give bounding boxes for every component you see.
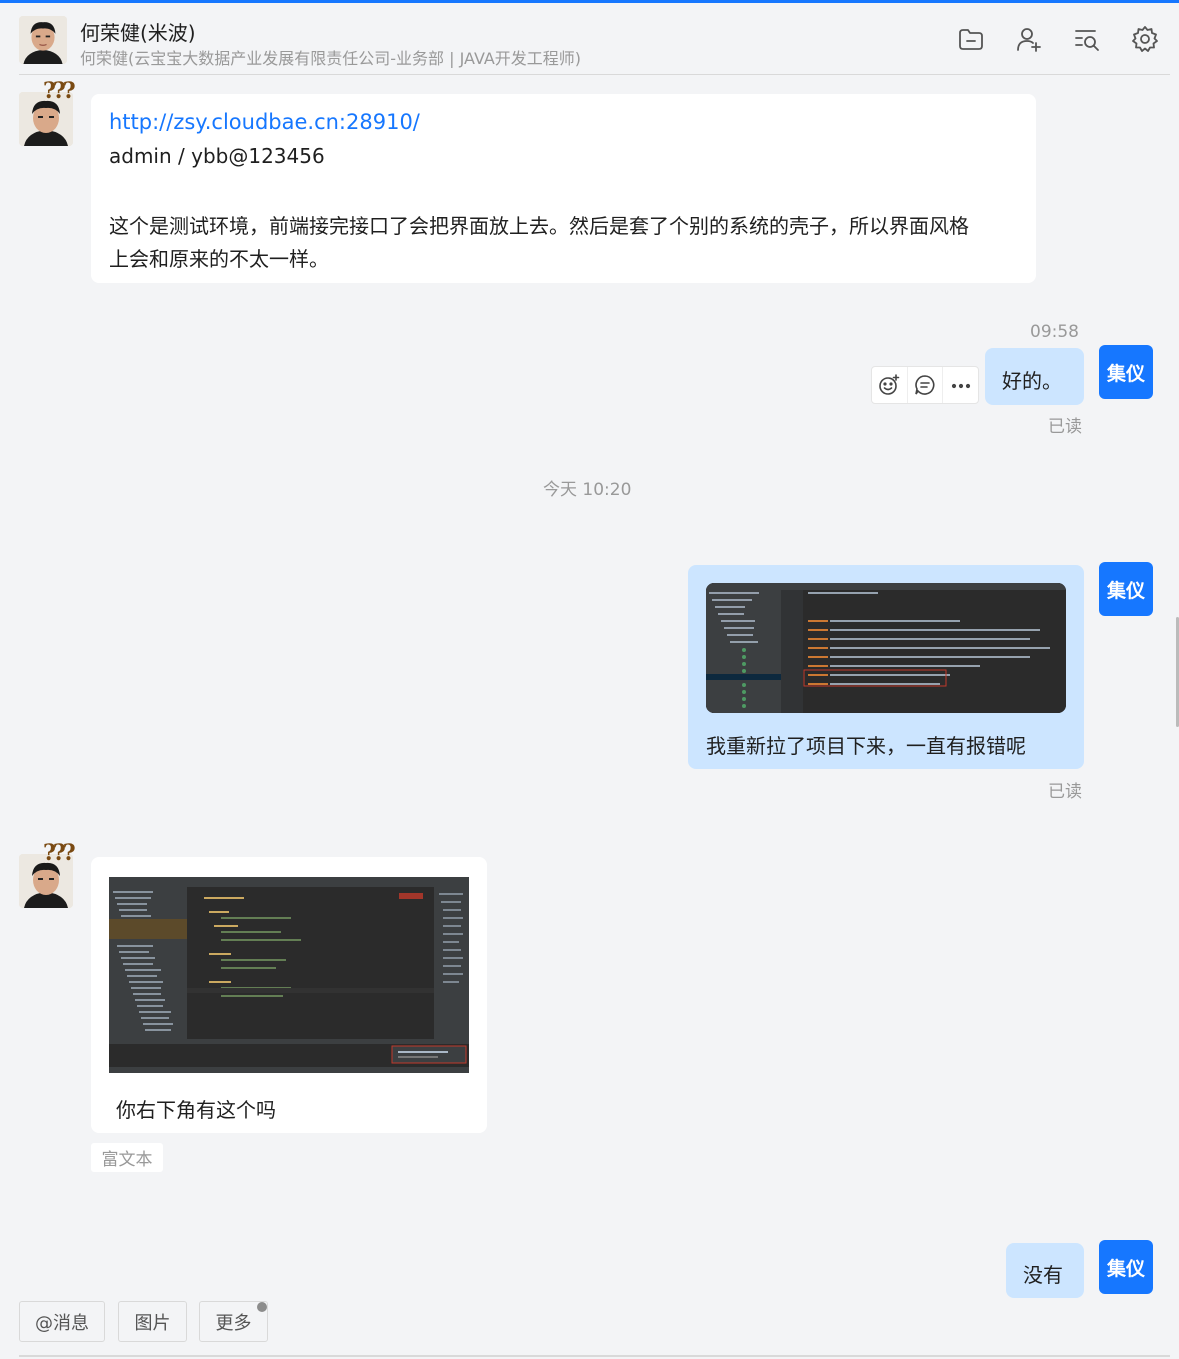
rich-text-tag: 富文本 [91, 1143, 163, 1172]
my-avatar[interactable]: 集仪 [1099, 1240, 1153, 1294]
ide-screenshot-image[interactable] [109, 877, 469, 1073]
add-user-icon [1017, 28, 1041, 52]
reply-button[interactable] [908, 367, 944, 403]
code-screenshot-image[interactable] [706, 583, 1066, 713]
reaction-button[interactable] [872, 367, 908, 403]
message-bubble[interactable]: http://zsy.cloudbae.cn:28910/ admin / yb… [91, 94, 1036, 283]
emoji-add-icon [879, 374, 900, 395]
message-text: 上会和原来的不太一样。 [109, 247, 329, 271]
message-text: 我重新拉了项目下来，一直有报错呢 [706, 734, 1026, 758]
folder-button[interactable] [955, 23, 987, 55]
question-marks-icon: ??? [43, 78, 76, 104]
add-member-button[interactable] [1013, 23, 1045, 55]
search-history-icon [1075, 30, 1099, 51]
message-text: 好的。 [1002, 369, 1062, 393]
notification-dot [257, 1302, 267, 1312]
contact-name: 何荣健(米波) [80, 21, 196, 45]
contact-avatar[interactable] [19, 16, 67, 64]
message-action-bar [871, 366, 979, 404]
my-avatar[interactable]: 集仪 [1099, 562, 1153, 616]
time-separator: 今天 10:20 [543, 480, 632, 500]
my-avatar[interactable]: 集仪 [1099, 345, 1153, 399]
message-time: 09:58 [1030, 322, 1079, 342]
more-dots-icon [951, 383, 970, 389]
message-text: admin / ybb@123456 [109, 144, 325, 168]
folder-icon [959, 29, 983, 50]
mention-button[interactable]: @消息 [19, 1301, 105, 1342]
input-divider [19, 1355, 1170, 1357]
header-divider [19, 74, 1170, 75]
search-history-button[interactable] [1071, 23, 1103, 55]
message-link[interactable]: http://zsy.cloudbae.cn:28910/ [109, 110, 420, 134]
chat-header: 何荣健(米波) 何荣健(云宝宝大数据产业发展有限责任公司-业务部 | JAVA开… [0, 3, 1179, 75]
message-bubble[interactable]: 你右下角有这个吗 [91, 857, 487, 1133]
more-actions-button[interactable] [943, 367, 978, 403]
message-bubble[interactable]: 好的。 [985, 348, 1084, 405]
settings-button[interactable] [1129, 23, 1161, 55]
message-bubble[interactable]: 我重新拉了项目下来，一直有报错呢 [688, 565, 1084, 769]
settings-icon [1132, 26, 1158, 52]
message-text: 这个是测试环境，前端接完接口了会把界面放上去。然后是套了个别的系统的壳子，所以界… [109, 214, 969, 238]
read-status: 已读 [1048, 782, 1082, 802]
message-bubble[interactable]: 没有 [1006, 1243, 1084, 1298]
contact-subtitle: 何荣健(云宝宝大数据产业发展有限责任公司-业务部 | JAVA开发工程师) [80, 49, 582, 68]
question-marks-icon: ??? [43, 840, 76, 866]
comment-icon [915, 375, 935, 395]
message-text: 你右下角有这个吗 [116, 1098, 276, 1122]
read-status: 已读 [1048, 417, 1082, 437]
message-text: 没有 [1023, 1263, 1063, 1287]
image-button[interactable]: 图片 [118, 1301, 187, 1342]
